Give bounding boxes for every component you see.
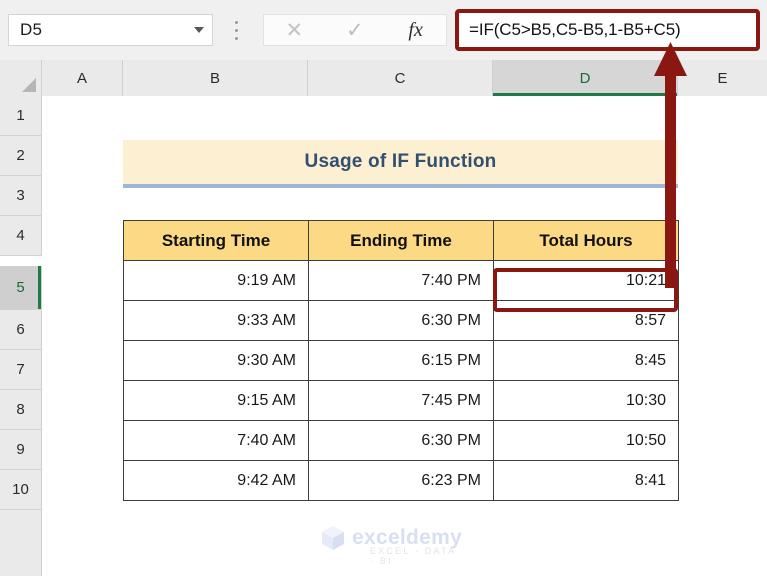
row-header-8[interactable]: 8 — [0, 390, 42, 430]
table-row: 9:30 AM 6:15 PM 8:45 — [123, 340, 679, 381]
cell-b7[interactable]: 9:30 AM — [123, 340, 309, 381]
column-header-c[interactable]: C — [308, 60, 493, 96]
cell-d6[interactable]: 8:57 — [493, 300, 679, 341]
row-header-10-label: 10 — [12, 481, 29, 498]
column-header-b-label: B — [209, 69, 220, 87]
row-header-9-label: 9 — [16, 441, 25, 458]
row-header-10[interactable]: 10 — [0, 470, 42, 510]
page-title: Usage of IF Function — [304, 151, 497, 172]
cell-b8[interactable]: 9:15 AM — [123, 380, 309, 421]
column-header-b[interactable]: B — [123, 60, 308, 96]
row-header-2-label: 2 — [16, 147, 25, 164]
insert-function-icon[interactable]: fx — [393, 20, 439, 40]
row-header-6-label: 6 — [16, 321, 25, 338]
cell-c7[interactable]: 6:15 PM — [308, 340, 494, 381]
row-header-9[interactable]: 9 — [0, 430, 42, 470]
cell-c8[interactable]: 7:45 PM — [308, 380, 494, 421]
row-header-1-label: 1 — [16, 107, 25, 124]
cell-d8[interactable]: 10:30 — [493, 380, 679, 421]
row-header-7-label: 7 — [16, 361, 25, 378]
table-header-row: Starting Time Ending Time Total Hours — [123, 220, 679, 261]
cell-c9[interactable]: 6:30 PM — [308, 420, 494, 461]
column-heading-ending-time: Ending Time — [308, 220, 494, 261]
row-header-5-label: 5 — [16, 279, 25, 296]
table-row: 9:15 AM 7:45 PM 10:30 — [123, 380, 679, 421]
column-header-e[interactable]: E — [678, 60, 767, 96]
cell-d5[interactable]: 10:21 — [493, 260, 679, 301]
worksheet-grid[interactable]: Usage of IF Function Starting Time Endin… — [42, 96, 767, 576]
table-row: 7:40 AM 6:30 PM 10:50 — [123, 420, 679, 461]
column-header-a-label: A — [76, 69, 87, 87]
excel-worksheet-screenshot: D5 ✕ ✓ fx =IF(C5>B5,C5-B5,1-B5+C5) A B C… — [0, 0, 767, 576]
cell-b10[interactable]: 9:42 AM — [123, 460, 309, 501]
row-header-3-label: 3 — [16, 187, 25, 204]
row-header-6[interactable]: 6 — [0, 310, 42, 350]
column-header-d[interactable]: D — [493, 60, 678, 96]
row-header-4-label: 4 — [16, 227, 25, 244]
row-header-8-label: 8 — [16, 401, 25, 418]
row-header-7[interactable]: 7 — [0, 350, 42, 390]
column-header-c-label: C — [394, 69, 406, 87]
cancel-icon[interactable]: ✕ — [271, 20, 317, 41]
sheet-title-banner: Usage of IF Function — [123, 140, 678, 184]
row-header-3[interactable]: 3 — [0, 176, 42, 216]
column-header-a[interactable]: A — [42, 60, 123, 96]
row-header-2[interactable]: 2 — [0, 136, 42, 176]
watermark-tagline: EXCEL · DATA · BI — [370, 546, 456, 566]
table-row: 9:19 AM 7:40 PM 10:21 — [123, 260, 679, 301]
column-heading-total-hours: Total Hours — [493, 220, 679, 261]
table-row: 9:42 AM 6:23 PM 8:41 — [123, 460, 679, 501]
cell-d10[interactable]: 8:41 — [493, 460, 679, 501]
cell-d7[interactable]: 8:45 — [493, 340, 679, 381]
cell-c10[interactable]: 6:23 PM — [308, 460, 494, 501]
cell-d9[interactable]: 10:50 — [493, 420, 679, 461]
confirm-check-icon[interactable]: ✓ — [332, 20, 378, 41]
cell-b9[interactable]: 7:40 AM — [123, 420, 309, 461]
watermark: exceldemy EXCEL · DATA · BI — [320, 524, 462, 566]
exceldemy-logo-icon — [320, 524, 346, 552]
cell-c5[interactable]: 7:40 PM — [308, 260, 494, 301]
row-header-filler — [0, 510, 42, 576]
cell-c6[interactable]: 6:30 PM — [308, 300, 494, 341]
table-row: 9:33 AM 6:30 PM 8:57 — [123, 300, 679, 341]
name-box[interactable]: D5 — [8, 14, 213, 46]
row-header-5[interactable]: 5 — [0, 266, 42, 310]
select-all-triangle-icon — [22, 78, 36, 92]
formula-bar-buttons: ✕ ✓ fx — [263, 14, 447, 46]
data-table: Starting Time Ending Time Total Hours 9:… — [123, 220, 679, 501]
select-all-corner[interactable] — [0, 60, 42, 96]
row-header-1[interactable]: 1 — [0, 96, 42, 136]
name-box-value: D5 — [20, 20, 43, 39]
formula-input[interactable]: =IF(C5>B5,C5-B5,1-B5+C5) — [455, 9, 760, 51]
formula-bar-strip: D5 ✕ ✓ fx =IF(C5>B5,C5-B5,1-B5+C5) — [0, 0, 767, 60]
chevron-down-icon[interactable] — [186, 27, 212, 33]
formula-bar-grip[interactable] — [233, 21, 239, 40]
formula-input-value: =IF(C5>B5,C5-B5,1-B5+C5) — [469, 20, 681, 39]
row-header-4[interactable]: 4 — [0, 216, 42, 256]
column-header-row: A B C D E — [0, 60, 767, 96]
column-header-d-label: D — [579, 69, 591, 87]
column-header-e-label: E — [717, 69, 728, 87]
cell-b5[interactable]: 9:19 AM — [123, 260, 309, 301]
title-underline — [123, 184, 678, 188]
column-heading-starting-time: Starting Time — [123, 220, 309, 261]
cell-b6[interactable]: 9:33 AM — [123, 300, 309, 341]
